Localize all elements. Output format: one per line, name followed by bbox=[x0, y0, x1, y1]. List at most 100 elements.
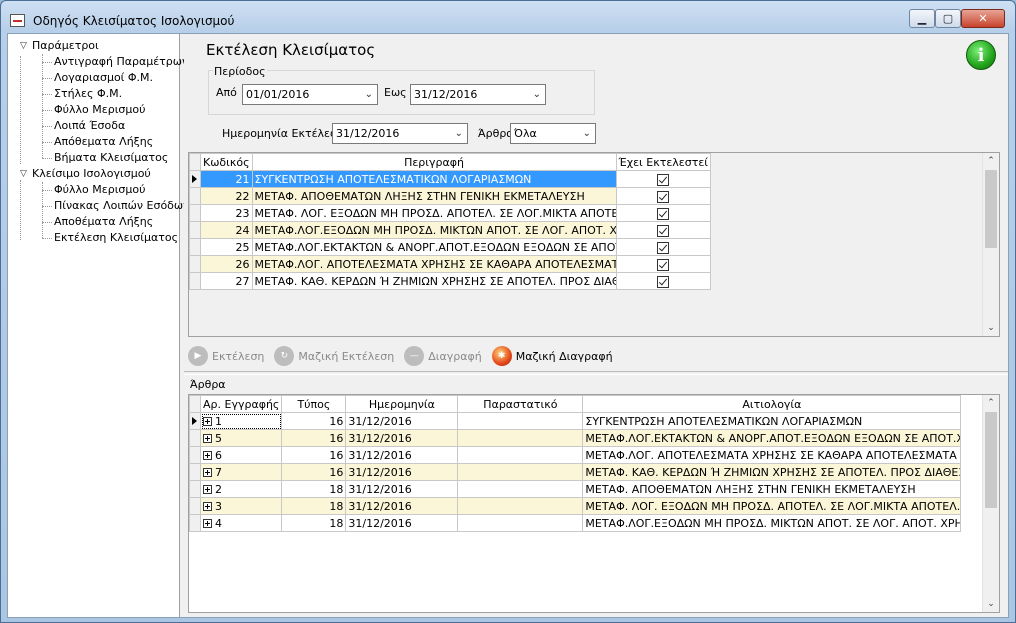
cell-reason[interactable]: ΜΕΤΑΦ. ΚΑΘ. ΚΕΡΔΩΝ Ή ΖΗΜΙΩΝ ΧΡΗΣΗΣ ΣΕ ΑΠ… bbox=[582, 463, 962, 481]
cell-date[interactable]: 31/12/2016 bbox=[345, 429, 459, 447]
cell-desc[interactable]: ΜΕΤΑΦ.ΛΟΓ.ΕΞΟΔΩΝ ΜΗ ΠΡΟΣΔ. ΜΙΚΤΩΝ ΑΠΟΤ. … bbox=[251, 221, 617, 239]
cell-type[interactable]: 16 bbox=[281, 446, 347, 464]
tree-item[interactable]: Αντιγραφή Παραμέτρων bbox=[54, 54, 188, 70]
table-row[interactable]: 25 ΜΕΤΑΦ.ΛΟΓ.ΕΚΤΑΚΤΩΝ & ΑΝΟΡΓ.ΑΠΟΤ.ΕΞΟΔΩΝ… bbox=[189, 238, 712, 256]
table-row[interactable]: 3 18 31/12/2016 ΜΕΤΑΦ. ΛΟΓ. ΕΞΟΔΩΝ ΜΗ ΠΡΟΣΔ… bbox=[189, 497, 962, 515]
tree-item[interactable]: Αποθέματα Λήξης bbox=[54, 214, 153, 230]
cell-desc[interactable]: ΜΕΤΑΦ. ΛΟΓ. ΕΞΟΔΩΝ ΜΗ ΠΡΟΣΔ. ΑΠΟΤΕΛ. ΣΕ … bbox=[251, 204, 617, 222]
checkbox-checked-icon[interactable] bbox=[657, 224, 670, 237]
row-indicator[interactable] bbox=[189, 463, 201, 481]
steps-grid[interactable]: Κωδικός Περιγραφή Έχει Εκτελεστεί 21 ΣΥΓΚ… bbox=[188, 152, 1000, 337]
cell-desc[interactable]: ΜΕΤΑΦ.ΛΟΓ. ΑΠΟΤΕΛΕΣΜΑΤΑ ΧΡΗΣΗΣ ΣΕ ΚΑΘΑΡΑ… bbox=[251, 255, 617, 273]
cell-reason[interactable]: ΜΕΤΑΦ. ΑΠΟΘΕΜΑΤΩΝ ΛΗΞΗΣ ΣΤΗΝ ΓΕΝΙΚΗ ΕΚΜΕ… bbox=[582, 480, 962, 498]
checkbox-checked-icon[interactable] bbox=[657, 258, 670, 271]
cell-date[interactable]: 31/12/2016 bbox=[345, 497, 459, 515]
cell-type[interactable]: 18 bbox=[281, 497, 347, 515]
expand-plus-icon[interactable] bbox=[203, 451, 212, 460]
table-row[interactable]: 7 16 31/12/2016 ΜΕΤΑΦ. ΚΑΘ. ΚΕΡΔΩΝ Ή ΖΗΜΙΩΝ… bbox=[189, 463, 962, 481]
table-row[interactable]: 5 16 31/12/2016 ΜΕΤΑΦ.ΛΟΓ.ΕΚΤΑΚΤΩΝ & ΑΝΟΡΓ.… bbox=[189, 429, 962, 447]
splitter[interactable] bbox=[184, 371, 1008, 375]
tree-item[interactable]: Φύλλο Μερισμού bbox=[54, 182, 145, 198]
cell-done[interactable] bbox=[615, 204, 712, 222]
cell-type[interactable]: 16 bbox=[281, 429, 347, 447]
tree-item[interactable]: Λοιπά Έσοδα bbox=[54, 118, 125, 134]
table-row[interactable]: 2 18 31/12/2016 ΜΕΤΑΦ. ΑΠΟΘΕΜΑΤΩΝ ΛΗΞΗΣ ΣΤΗ… bbox=[189, 480, 962, 498]
expand-plus-icon[interactable] bbox=[203, 468, 212, 477]
row-indicator[interactable] bbox=[189, 255, 201, 273]
row-indicator[interactable] bbox=[189, 412, 201, 430]
cell-desc[interactable]: ΜΕΤΑΦ. ΑΠΟΘΕΜΑΤΩΝ ΛΗΞΗΣ ΣΤΗΝ ΓΕΝΙΚΗ ΕΚΜΕ… bbox=[251, 187, 617, 205]
cell-type[interactable]: 18 bbox=[281, 514, 347, 532]
cell-date[interactable]: 31/12/2016 bbox=[345, 412, 459, 430]
to-date-combo[interactable]: 31/12/2016 ⌄ bbox=[410, 84, 546, 105]
close-button[interactable]: ✕ bbox=[961, 9, 1005, 28]
table-row[interactable]: 23 ΜΕΤΑΦ. ΛΟΓ. ΕΞΟΔΩΝ ΜΗ ΠΡΟΣΔ. ΑΠΟΤΕΛ. Σ… bbox=[189, 204, 712, 222]
cell-doc[interactable] bbox=[457, 446, 584, 464]
cell-done[interactable] bbox=[615, 170, 712, 188]
row-indicator[interactable] bbox=[189, 480, 201, 498]
scroll-down-icon[interactable]: ⌄ bbox=[983, 596, 999, 612]
maximize-button[interactable]: ▢ bbox=[935, 9, 961, 28]
row-indicator[interactable] bbox=[189, 514, 201, 532]
bulk-execute-button[interactable]: ↻ Μαζική Εκτέλεση bbox=[274, 346, 394, 366]
info-icon[interactable]: i bbox=[966, 40, 996, 70]
expand-chevron-icon[interactable]: ▽ bbox=[20, 38, 30, 54]
col-desc-header[interactable]: Περιγραφή bbox=[251, 153, 617, 171]
articles-filter-combo[interactable]: Όλα ⌄ bbox=[510, 123, 596, 144]
cell-code[interactable]: 24 bbox=[200, 221, 253, 239]
from-date-combo[interactable]: 01/01/2016 ⌄ bbox=[242, 84, 378, 105]
tree-item[interactable]: Εκτέλεση Κλεισίματος bbox=[54, 230, 178, 246]
table-row[interactable]: 27 ΜΕΤΑΦ. ΚΑΘ. ΚΕΡΔΩΝ Ή ΖΗΜΙΩΝ ΧΡΗΣΗΣ ΣΕ … bbox=[189, 272, 712, 290]
tree-item[interactable]: Βήματα Κλεισίματος bbox=[54, 150, 168, 166]
table-row[interactable]: 1 16 31/12/2016 ΣΥΓΚΕΝΤΡΩΣΗ ΑΠΟΤΕΛΕΣΜΑΤΙΚΩΝ… bbox=[189, 412, 962, 430]
checkbox-checked-icon[interactable] bbox=[657, 190, 670, 203]
cell-type[interactable]: 16 bbox=[281, 412, 347, 430]
expand-plus-icon[interactable] bbox=[203, 519, 212, 528]
cell-code[interactable]: 23 bbox=[200, 204, 253, 222]
cell-done[interactable] bbox=[615, 255, 712, 273]
cell-reason[interactable]: ΜΕΤΑΦ.ΛΟΓ. ΑΠΟΤΕΛΕΣΜΑΤΑ ΧΡΗΣΗΣ ΣΕ ΚΑΘΑΡΑ… bbox=[582, 446, 962, 464]
table-row[interactable]: 4 18 31/12/2016 ΜΕΤΑΦ.ΛΟΓ.ΕΞΟΔΩΝ ΜΗ ΠΡΟΣΔ. … bbox=[189, 514, 962, 532]
cell-entry[interactable]: 3 bbox=[199, 497, 283, 515]
expand-plus-icon[interactable] bbox=[203, 417, 212, 426]
cell-code[interactable]: 27 bbox=[200, 272, 253, 290]
cell-entry[interactable]: 6 bbox=[199, 446, 283, 464]
scroll-thumb[interactable] bbox=[985, 412, 997, 508]
cell-code[interactable]: 21 bbox=[200, 170, 253, 188]
tree-item[interactable]: Λογαριασμοί Φ.Μ. bbox=[54, 70, 153, 86]
row-indicator[interactable] bbox=[189, 221, 201, 239]
cell-type[interactable]: 18 bbox=[281, 480, 347, 498]
cell-done[interactable] bbox=[615, 221, 712, 239]
cell-reason[interactable]: ΜΕΤΑΦ.ΛΟΓ.ΕΞΟΔΩΝ ΜΗ ΠΡΟΣΔ. ΜΙΚΤΩΝ ΑΠΟΤ. … bbox=[582, 514, 962, 532]
cell-reason[interactable]: ΜΕΤΑΦ.ΛΟΓ.ΕΚΤΑΚΤΩΝ & ΑΝΟΡΓ.ΑΠΟΤ.ΕΞΟΔΩΝ Ε… bbox=[582, 429, 962, 447]
col-code-header[interactable]: Κωδικός bbox=[200, 153, 253, 171]
row-indicator[interactable] bbox=[189, 446, 201, 464]
cell-doc[interactable] bbox=[457, 463, 584, 481]
cell-entry[interactable]: 5 bbox=[199, 429, 283, 447]
tree-item[interactable]: Φύλλο Μερισμού bbox=[54, 102, 145, 118]
expand-plus-icon[interactable] bbox=[203, 502, 212, 511]
cell-date[interactable]: 31/12/2016 bbox=[345, 446, 459, 464]
execute-button[interactable]: ▶ Εκτέλεση bbox=[188, 346, 264, 366]
table-row[interactable]: 6 16 31/12/2016 ΜΕΤΑΦ.ΛΟΓ. ΑΠΟΤΕΛΕΣΜΑΤΑ ΧΡΗ… bbox=[189, 446, 962, 464]
col-type-header[interactable]: Τύπος bbox=[281, 395, 347, 413]
table-row[interactable]: 26 ΜΕΤΑΦ.ΛΟΓ. ΑΠΟΤΕΛΕΣΜΑΤΑ ΧΡΗΣΗΣ ΣΕ ΚΑΘΑ… bbox=[189, 255, 712, 273]
tree-item[interactable]: Απόθεματα Λήξης bbox=[54, 134, 153, 150]
row-indicator[interactable] bbox=[189, 497, 201, 515]
tree-item[interactable]: Στήλες Φ.Μ. bbox=[54, 86, 122, 102]
cell-desc[interactable]: ΣΥΓΚΕΝΤΡΩΣΗ ΑΠΟΤΕΛΕΣΜΑΤΙΚΩΝ ΛΟΓΑΡΙΑΣΜΩΝ bbox=[251, 170, 617, 188]
cell-desc[interactable]: ΜΕΤΑΦ.ΛΟΓ.ΕΚΤΑΚΤΩΝ & ΑΝΟΡΓ.ΑΠΟΤ.ΕΞΟΔΩΝ Ε… bbox=[251, 238, 617, 256]
checkbox-checked-icon[interactable] bbox=[657, 275, 670, 288]
cell-code[interactable]: 22 bbox=[200, 187, 253, 205]
scroll-down-icon[interactable]: ⌄ bbox=[983, 320, 999, 336]
row-indicator[interactable] bbox=[189, 170, 201, 188]
table-row[interactable]: 21 ΣΥΓΚΕΝΤΡΩΣΗ ΑΠΟΤΕΛΕΣΜΑΤΙΚΩΝ ΛΟΓΑΡΙΑΣΜΩ… bbox=[189, 170, 712, 188]
expand-plus-icon[interactable] bbox=[203, 434, 212, 443]
scroll-thumb[interactable] bbox=[985, 170, 997, 248]
row-indicator[interactable] bbox=[189, 238, 201, 256]
cell-done[interactable] bbox=[615, 238, 712, 256]
row-indicator[interactable] bbox=[189, 187, 201, 205]
delete-button[interactable]: — Διαγραφή bbox=[404, 346, 482, 366]
cell-date[interactable]: 31/12/2016 bbox=[345, 480, 459, 498]
tree-item[interactable]: Πίνακας Λοιπών Εσόδων bbox=[54, 198, 189, 214]
